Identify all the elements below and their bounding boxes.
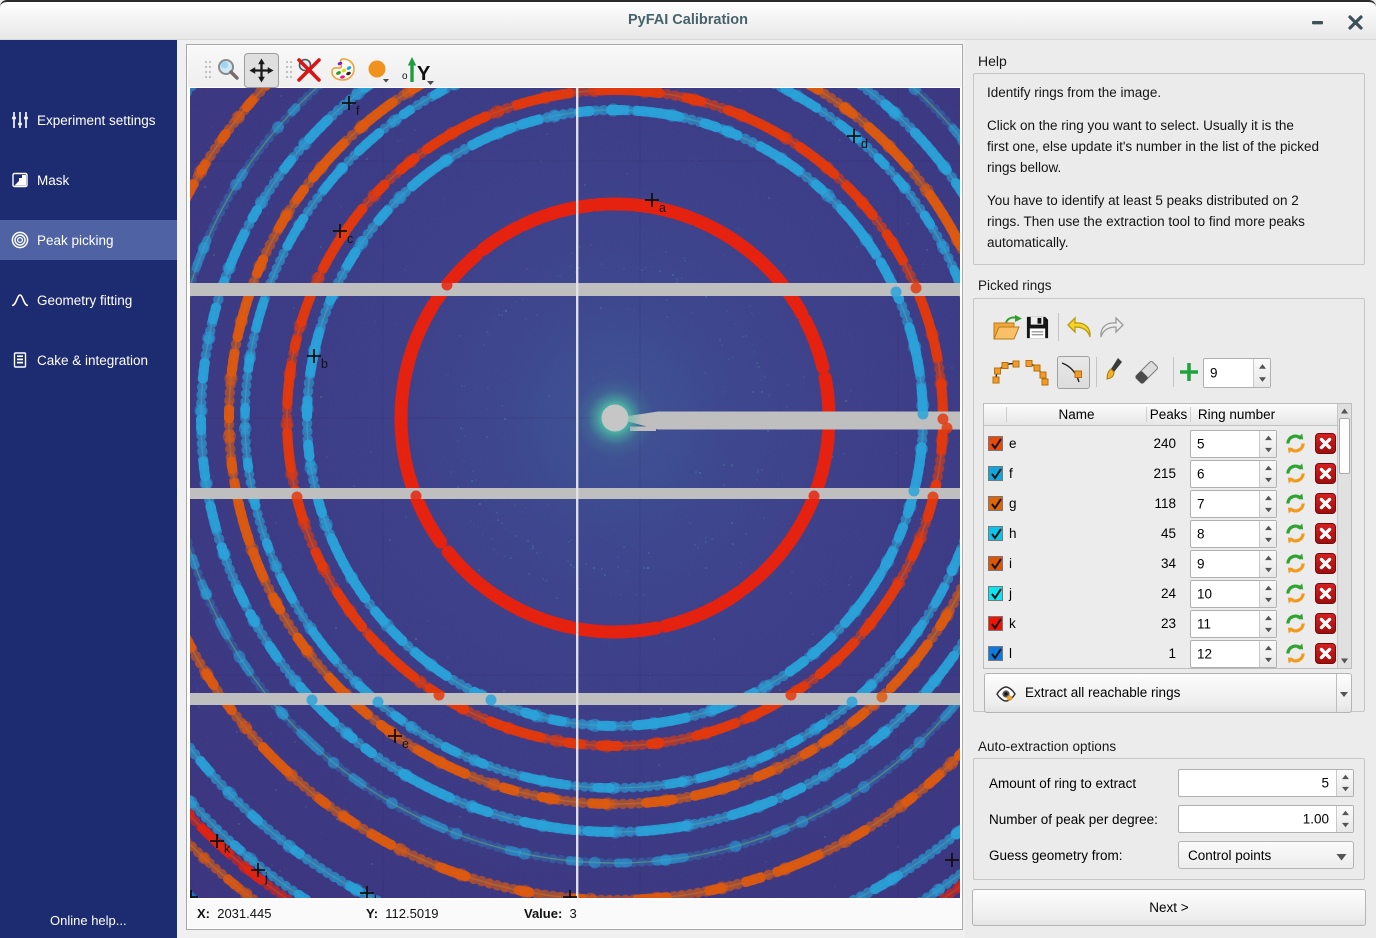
svg-text:h: h [374, 894, 381, 898]
svg-text:b: b [321, 357, 328, 371]
svg-text:j: j [264, 871, 268, 885]
svg-text:e: e [402, 737, 409, 751]
svg-text:o: o [402, 71, 408, 82]
svg-text:a: a [659, 201, 666, 215]
svg-text:c: c [347, 232, 353, 246]
svg-text:f: f [356, 104, 360, 118]
svg-text:d: d [861, 137, 868, 151]
svg-text:k: k [224, 842, 231, 856]
